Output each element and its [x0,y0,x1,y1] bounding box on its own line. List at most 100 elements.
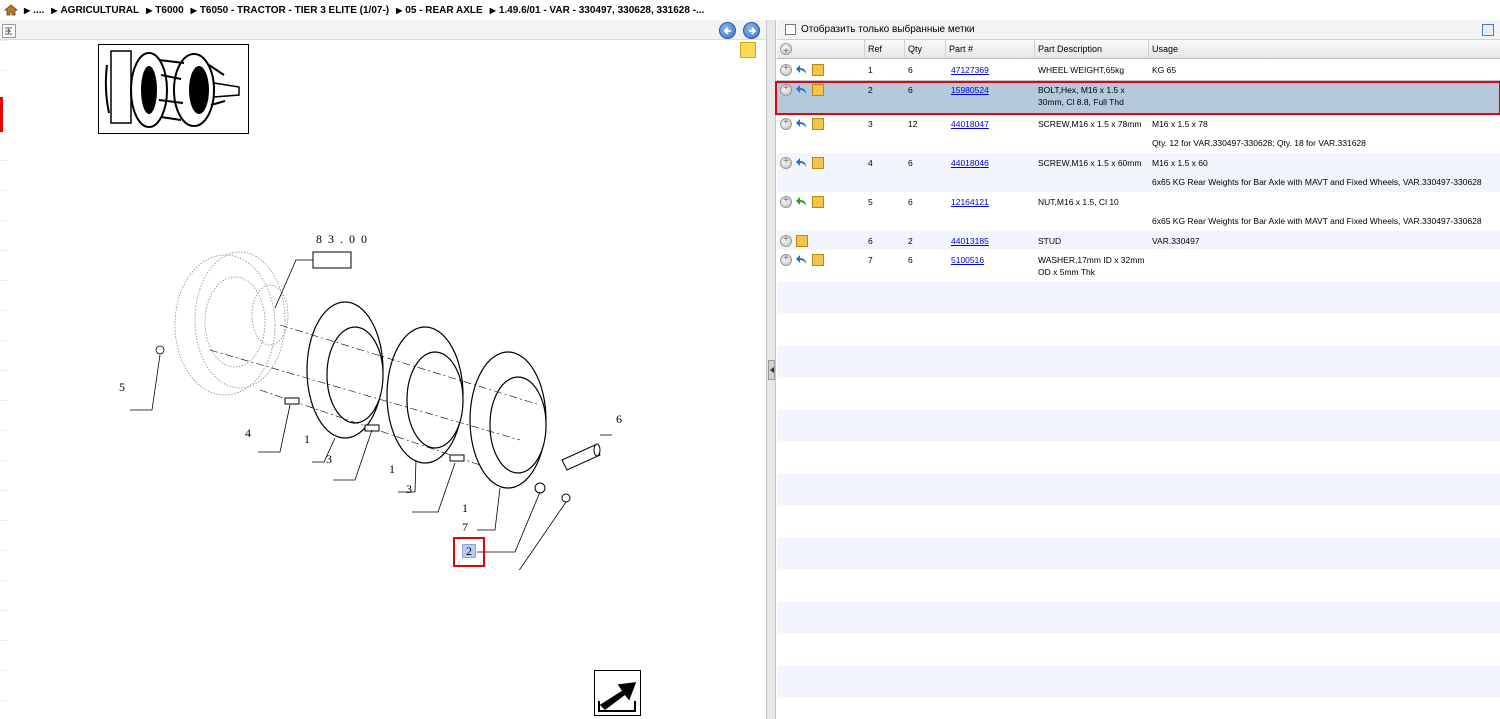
parts-row-7[interactable]: 7 6 5100516 WASHER,17mm ID x 32mm OD x 5mm … [777,250,1500,282]
callout-3a[interactable]: 3 [326,452,332,467]
show-selected-only-label: Отобразить только выбранные метки [801,24,975,35]
callout-7[interactable]: 7 [462,520,468,535]
row-usage-note: 6x65 KG Rear Weights for Bar Axle with M… [1152,216,1482,226]
part-package-icon[interactable] [812,64,824,76]
splitter-grip[interactable] [768,360,775,380]
row-ref: 3 [868,119,873,129]
next-diagram-button[interactable] [594,670,641,716]
add-to-cart-icon[interactable] [780,63,792,76]
tractor-wheel-icon [104,50,240,128]
header-qty[interactable]: Qty [905,40,946,59]
next-page-nav-button[interactable] [743,22,760,39]
selected-row-frame [775,81,1500,115]
empty-grid-band [777,602,1500,634]
locate-arrow-icon[interactable] [796,118,808,130]
header-add [777,40,865,61]
empty-grid-band [777,442,1500,474]
parts-row-6[interactable]: 6 2 44013185 STUD VAR.330497 [777,231,1500,250]
part-number-link[interactable]: 44018046 [951,158,989,168]
callout-6[interactable]: 6 [616,412,622,427]
row-part-number: 47127369 [951,64,1035,76]
list-view-icon[interactable] [1482,24,1494,36]
row-ref: 5 [868,197,873,207]
add-to-cart-icon[interactable] [780,195,792,208]
row-part-number: 12164121 [951,196,1035,208]
breadcrumb: ▶.... ▶ AGRICULTURAL ▶ T6000 ▶ T6050 - TRAC… [0,0,1500,20]
tractor-thumbnail[interactable] [98,44,249,134]
empty-grid-band [777,378,1500,410]
callout-4[interactable]: 4 [245,426,251,441]
part-number-link[interactable]: 12164121 [951,197,989,207]
parts-row-1[interactable]: 1 6 47127369 WHEEL WEIGHT,65kg KG 65 [777,60,1500,80]
part-package-icon[interactable] [812,157,824,169]
note-icon[interactable] [740,42,756,58]
row-qty: 6 [908,197,913,207]
row-ref: 1 [868,65,873,75]
row-ref: 7 [868,255,873,265]
page-arrow-icon [598,682,637,712]
callout-2[interactable]: 2 [462,544,476,558]
locate-arrow-icon[interactable] [796,254,808,266]
part-package-icon[interactable] [812,196,824,208]
row-usage-note: Qty. 12 for VAR.330497-330628; Qty. 18 f… [1152,138,1366,148]
row-usage: M16 x 1.5 x 60 [1152,158,1208,168]
collapse-panel-button[interactable] [2,24,16,38]
home-icon[interactable] [4,4,18,16]
breadcrumb-item-variant[interactable]: ▶ 1.49.6/01 - VAR - 330497, 330628, 33162… [490,5,705,16]
empty-grid-band [777,538,1500,570]
part-number-link[interactable]: 47127369 [951,65,989,75]
breadcrumb-item-t6000[interactable]: ▶ T6000 [146,5,184,16]
side-marker [0,97,3,132]
row-ref: 6 [868,236,873,246]
part-package-icon[interactable] [812,254,824,266]
selected-callout[interactable]: 2 [453,537,485,567]
parts-row-3[interactable]: 3 12 44018047 SCREW,M16 x 1.5 x 78mm M16 x 1… [777,114,1500,153]
locate-arrow-icon[interactable] [796,157,808,169]
part-number-link[interactable]: 44013185 [951,236,989,246]
callout-1b[interactable]: 1 [389,462,395,477]
breadcrumb-item-root[interactable]: ▶.... [24,5,44,16]
pane-splitter[interactable] [766,20,776,719]
breadcrumb-item-agricultural[interactable]: ▶ AGRICULTURAL [51,5,139,16]
callout-5[interactable]: 5 [119,380,125,395]
row-qty: 6 [908,158,913,168]
add-to-cart-icon[interactable] [780,156,792,169]
add-to-cart-icon[interactable] [780,117,792,130]
callout-1c[interactable]: 1 [462,501,468,516]
locate-arrow-icon[interactable] [796,64,808,76]
row-part-description: SCREW,M16 x 1.5 x 78mm [1038,119,1142,129]
add-to-cart-icon[interactable] [780,253,792,266]
diagram-toolbar [0,20,766,40]
add-to-cart-icon[interactable] [780,234,792,247]
parts-row-4[interactable]: 4 6 44018046 SCREW,M16 x 1.5 x 60mm M16 x 1.… [777,153,1500,192]
part-number-link[interactable]: 5100516 [951,255,984,265]
substitute-arrow-icon[interactable] [796,196,808,208]
add-all-icon[interactable] [780,42,792,61]
empty-grid-band [777,474,1500,506]
callout-3b[interactable]: 3 [406,482,412,497]
parts-row-5[interactable]: 5 6 12164121 NUT,M16 x 1.5, Cl 10 6x65 KG Re… [777,192,1500,231]
part-number-link[interactable]: 44018047 [951,119,989,129]
header-usage[interactable]: Usage [1149,40,1500,59]
empty-grid-band [777,282,1500,314]
empty-grid-band [777,698,1500,719]
row-part-description: WHEEL WEIGHT,65kg [1038,65,1125,75]
row-qty: 6 [908,65,913,75]
row-part-number: 5100516 [951,254,1035,266]
header-part-number[interactable]: Part # [946,40,1035,59]
show-selected-only-checkbox[interactable] [785,24,796,35]
row-qty: 2 [908,236,913,246]
part-package-icon[interactable] [812,118,824,130]
callout-1a[interactable]: 1 [304,432,310,447]
empty-grid-band [777,666,1500,698]
row-ref: 4 [868,158,873,168]
grid-header: Ref Qty Part # Part Description Usage [777,40,1500,61]
row-usage: KG 65 [1152,65,1177,75]
previous-page-button[interactable] [719,22,736,39]
part-package-icon[interactable] [796,235,808,247]
breadcrumb-item-t6050[interactable]: ▶ T6050 - TRACTOR - TIER 3 ELITE (1/07-) [191,5,389,16]
breadcrumb-item-rear-axle[interactable]: ▶ 05 - REAR AXLE [396,5,483,16]
row-part-number: 44018047 [951,118,1035,130]
header-part-description[interactable]: Part Description [1035,40,1149,59]
header-ref[interactable]: Ref [865,40,905,59]
